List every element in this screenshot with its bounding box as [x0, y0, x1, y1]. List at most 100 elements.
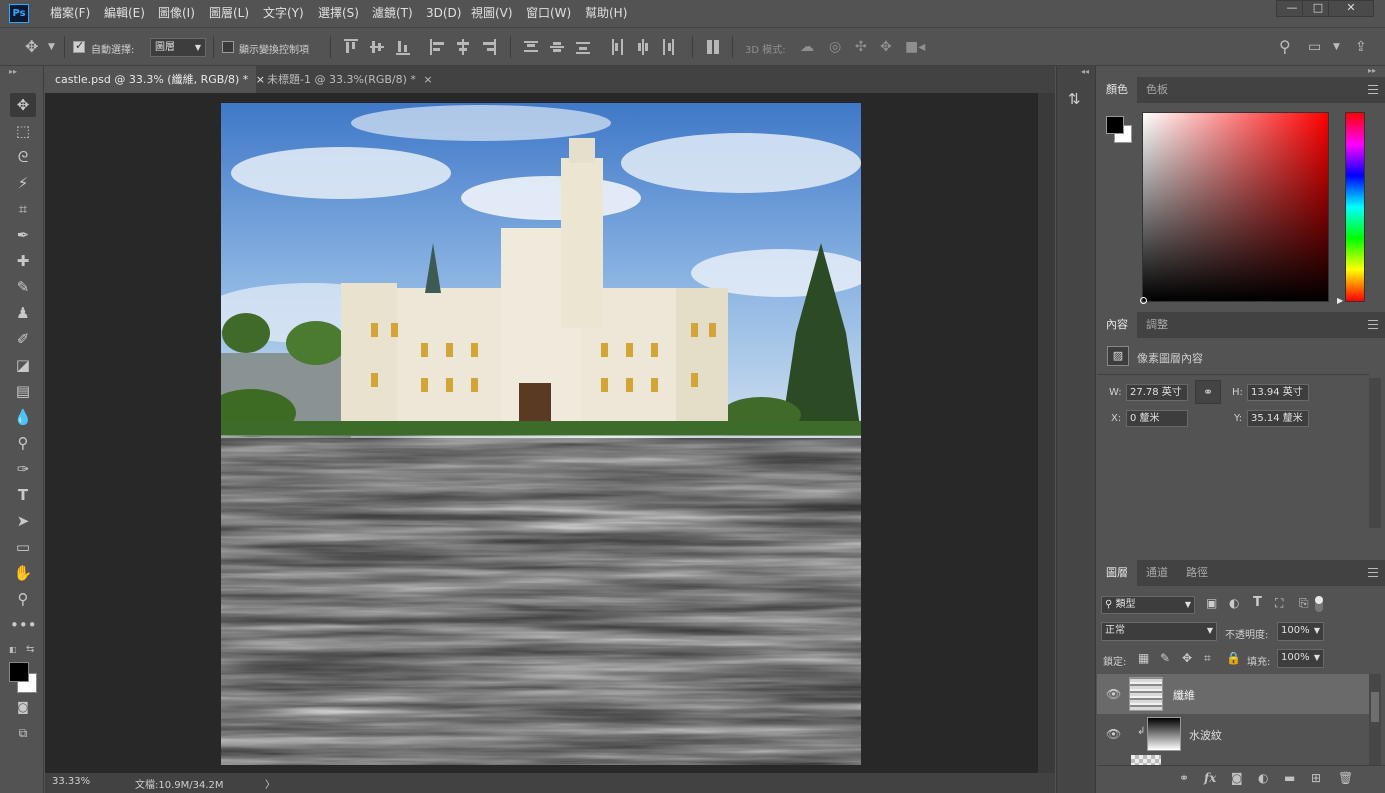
tab-color[interactable]: 顏色	[1097, 77, 1137, 103]
align-top-icon[interactable]	[344, 39, 358, 55]
type-tool-icon[interactable]: T	[10, 483, 36, 507]
width-field[interactable]: 27.78 英寸	[1126, 384, 1188, 401]
layer-name[interactable]: 纖維	[1173, 687, 1195, 703]
quick-mask-icon[interactable]: ◙	[10, 695, 36, 719]
visibility-eye-icon[interactable]: 👁	[1106, 727, 1121, 741]
filter-adjustment-layer-icon[interactable]: ◐	[1229, 596, 1239, 610]
collapse-panels-icon[interactable]: ▸▸	[1368, 66, 1376, 75]
close-window-button[interactable]: ✕	[1328, 0, 1374, 17]
filter-pixel-layer-icon[interactable]: ▣	[1206, 596, 1217, 610]
clone-stamp-tool-icon[interactable]: ♟	[10, 301, 36, 325]
filter-smart-object-icon[interactable]: ⎘	[1299, 596, 1309, 611]
lock-image-pixels-icon[interactable]: ✎	[1160, 651, 1170, 665]
pen-tool-icon[interactable]: ✑	[10, 457, 36, 481]
color-picker-marker[interactable]	[1140, 297, 1147, 304]
auto-select-target-dropdown[interactable]: 圖層 ▼	[150, 38, 206, 57]
eyedropper-tool-icon[interactable]: ✒	[10, 223, 36, 247]
gradient-tool-icon[interactable]: ▤	[10, 379, 36, 403]
layer-name[interactable]: 水波紋	[1189, 727, 1222, 743]
blend-mode-dropdown[interactable]: 正常 ▼	[1101, 622, 1217, 641]
new-group-folder-icon[interactable]: ▬	[1284, 771, 1295, 785]
properties-scrollbar[interactable]	[1369, 378, 1381, 528]
layer-row[interactable]: 👁 纖維	[1097, 674, 1369, 714]
lock-transparent-pixels-icon[interactable]: ▦	[1138, 651, 1149, 665]
3d-camera-icon[interactable]: ■◂	[905, 38, 925, 56]
lasso-tool-icon[interactable]: ᘓ	[10, 145, 36, 169]
distribute-left-icon[interactable]	[610, 39, 624, 55]
add-mask-icon[interactable]: ◙	[1231, 771, 1243, 785]
magic-wand-tool-icon[interactable]: ⚡	[10, 171, 36, 195]
menu-file[interactable]: 檔案(F)	[50, 0, 90, 27]
3d-pan-icon[interactable]: ✣	[855, 38, 867, 56]
filter-toggle-switch[interactable]	[1315, 596, 1323, 612]
vertical-scrollbar[interactable]	[1038, 93, 1055, 773]
search-icon[interactable]: ⚲	[1279, 38, 1291, 56]
auto-align-layers-icon[interactable]	[706, 39, 720, 55]
3d-roll-icon[interactable]: ◎	[829, 38, 841, 56]
menu-view[interactable]: 視圖(V)	[471, 0, 513, 27]
hand-tool-icon[interactable]: ✋	[10, 561, 36, 585]
zoom-level[interactable]: 33.33%	[52, 776, 90, 787]
share-icon[interactable]: ⇪	[1355, 38, 1367, 56]
fill-field[interactable]: 100% ▼	[1277, 649, 1324, 668]
lock-position-icon[interactable]: ✥	[1182, 651, 1192, 665]
lock-artboard-icon[interactable]: ⌗	[1204, 651, 1211, 666]
workspace-icon[interactable]: ▭	[1308, 38, 1321, 56]
expand-panel-icon[interactable]: ◂◂	[1081, 67, 1089, 76]
new-layer-icon[interactable]: ⊞	[1311, 771, 1321, 785]
collapse-panel-icon[interactable]: ▸▸	[9, 67, 17, 76]
layer-filter-dropdown[interactable]: ⚲ 類型 ▼	[1101, 596, 1195, 614]
crop-tool-icon[interactable]: ⌗	[10, 197, 36, 221]
adjustment-layer-icon[interactable]: ◐	[1258, 771, 1268, 785]
link-icon[interactable]: ⚭	[1195, 380, 1221, 404]
show-transform-checkbox[interactable]	[222, 41, 234, 53]
align-horizontal-center-icon[interactable]	[456, 39, 470, 55]
tab-swatches[interactable]: 色板	[1137, 77, 1177, 103]
rectangle-tool-icon[interactable]: ▭	[10, 535, 36, 559]
zoom-tool-icon[interactable]: ⚲	[10, 587, 36, 611]
panel-menu-icon[interactable]	[1368, 568, 1378, 577]
auto-select-checkbox[interactable]	[73, 39, 85, 53]
filter-type-layer-icon[interactable]: T	[1253, 595, 1262, 610]
align-left-icon[interactable]	[430, 39, 444, 55]
menu-type[interactable]: 文字(Y)	[263, 0, 304, 27]
swap-colors-icon[interactable]: ⇆	[26, 644, 34, 655]
document-canvas[interactable]	[221, 103, 861, 765]
healing-brush-tool-icon[interactable]: ✚	[10, 249, 36, 273]
distribute-right-icon[interactable]	[662, 39, 676, 55]
distribute-bottom-icon[interactable]	[576, 39, 590, 55]
screen-mode-icon[interactable]: ⧉	[10, 721, 36, 745]
move-tool-preset-icon[interactable]: ✥	[25, 38, 38, 56]
default-colors-icon[interactable]: ◧	[9, 645, 17, 654]
layers-scrollbar[interactable]	[1369, 674, 1381, 766]
tab-castle[interactable]: castle.psd @ 33.3% (纖維, RGB/8) * ×	[45, 66, 265, 93]
scrollbar-thumb[interactable]	[1371, 692, 1379, 722]
move-tool-icon[interactable]: ✥	[10, 93, 36, 117]
more-tools-icon[interactable]: •••	[10, 613, 37, 637]
menu-edit[interactable]: 編輯(E)	[104, 0, 145, 27]
menu-window[interactable]: 窗口(W)	[526, 0, 571, 27]
tab-layers[interactable]: 圖層	[1097, 560, 1137, 586]
marquee-tool-icon[interactable]: ⬚	[10, 119, 36, 143]
y-field[interactable]: 35.14 釐米	[1247, 410, 1309, 427]
tab-channels[interactable]: 通道	[1137, 560, 1177, 586]
chevron-down-icon[interactable]: ▼	[1333, 38, 1340, 56]
x-field[interactable]: 0 釐米	[1126, 410, 1188, 427]
chevron-down-icon[interactable]: ▼	[48, 38, 55, 56]
dodge-tool-icon[interactable]: ⚲	[10, 431, 36, 455]
hue-slider[interactable]	[1345, 112, 1365, 302]
history-panel-icon[interactable]: ⇅	[1068, 90, 1081, 108]
menu-select[interactable]: 選擇(S)	[318, 0, 359, 27]
brush-tool-icon[interactable]: ✎	[10, 275, 36, 299]
delete-layer-trash-icon[interactable]: 🗑	[1338, 771, 1353, 785]
menu-image[interactable]: 圖像(I)	[158, 0, 195, 27]
eraser-tool-icon[interactable]: ◪	[10, 353, 36, 377]
menu-3d[interactable]: 3D(D)	[426, 0, 461, 27]
path-selection-tool-icon[interactable]: ➤	[10, 509, 36, 533]
panel-menu-icon[interactable]	[1368, 85, 1378, 94]
hue-slider-handle-icon[interactable]: ▶	[1337, 296, 1343, 305]
align-right-icon[interactable]	[482, 39, 496, 55]
distribute-top-icon[interactable]	[524, 39, 538, 55]
menu-filter[interactable]: 濾鏡(T)	[372, 0, 413, 27]
panel-menu-icon[interactable]	[1368, 320, 1378, 329]
